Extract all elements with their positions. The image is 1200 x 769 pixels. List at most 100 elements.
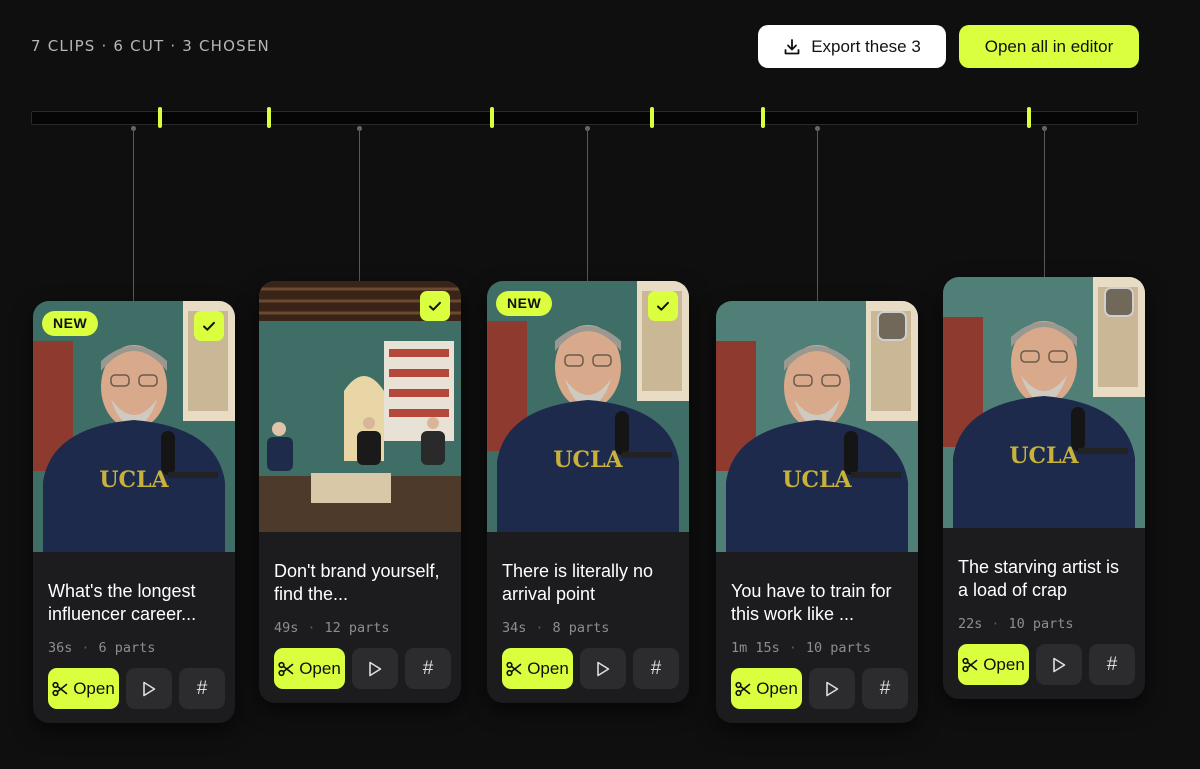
play-button[interactable] (809, 668, 855, 709)
svg-text:UCLA: UCLA (99, 467, 169, 493)
scissors-icon (735, 681, 751, 696)
connector-line (1044, 128, 1045, 277)
scissors-icon (278, 661, 294, 676)
connector-line (133, 128, 134, 301)
timeline-marker[interactable] (1027, 107, 1031, 128)
clip-meta: 36s · 6 parts (48, 640, 155, 656)
open-all-in-editor-button[interactable]: Open all in editor (959, 25, 1139, 68)
clip-title: What's the longest influencer career... (48, 581, 197, 624)
play-icon (143, 681, 156, 696)
select-checkbox[interactable] (420, 291, 450, 321)
open-clip-label: Open (527, 658, 569, 678)
connector-line (817, 128, 818, 301)
select-checkbox[interactable] (877, 311, 907, 341)
open-clip-label: Open (756, 678, 798, 698)
checkmark-icon (203, 321, 215, 331)
meta-separator: · (991, 616, 1000, 632)
download-icon (784, 38, 800, 54)
play-button[interactable] (352, 648, 398, 689)
export-button-label: Export these 3 (811, 36, 921, 56)
clip-actions: Open # (48, 668, 225, 709)
open-clip-button[interactable]: Open (502, 648, 573, 689)
play-icon (826, 681, 839, 696)
play-icon (1053, 657, 1066, 672)
hashtag-icon: # (196, 677, 208, 699)
open-clip-label: Open (73, 678, 115, 698)
timeline-marker[interactable] (267, 107, 271, 128)
clip-title: There is literally no arrival point (502, 561, 654, 604)
meta-separator: · (535, 620, 544, 636)
open-clip-button[interactable]: Open (48, 668, 119, 709)
clip-meta: 34s · 8 parts (502, 620, 609, 636)
clip-duration: 36s (48, 640, 73, 656)
connector-line (359, 128, 360, 281)
clip-card[interactable]: UCLA The starving artist is a load of cr… (943, 277, 1145, 699)
clip-meta: 49s · 12 parts (274, 620, 390, 636)
timeline-marker[interactable] (761, 107, 765, 128)
select-checkbox[interactable] (648, 291, 678, 321)
select-checkbox[interactable] (1104, 287, 1134, 317)
hashtag-button[interactable]: # (633, 648, 679, 689)
clip-parts: 10 parts (805, 640, 871, 656)
play-icon (369, 661, 382, 676)
clip-stats: 7 CLIPS · 6 CUT · 3 CHOSEN (31, 37, 270, 55)
svg-text:UCLA: UCLA (1009, 443, 1079, 469)
timeline-marker[interactable] (490, 107, 494, 128)
hashtag-button[interactable]: # (1089, 644, 1135, 685)
new-badge: NEW (42, 311, 99, 336)
new-badge: NEW (496, 291, 553, 316)
clip-card[interactable]: UCLA NEW There is literally no arrival p… (487, 281, 689, 703)
open-clip-button[interactable]: Open (731, 668, 802, 709)
clip-actions: Open # (731, 668, 908, 709)
open-clip-button[interactable]: Open (274, 648, 345, 689)
play-icon (597, 661, 610, 676)
scissors-icon (52, 681, 68, 696)
clip-card[interactable]: Don't brand yourself, find the... 49s · 12… (259, 281, 461, 703)
clip-card[interactable]: UCLA You have to train for this work lik… (716, 301, 918, 723)
clip-parts: 8 parts (552, 620, 610, 636)
clip-parts: 12 parts (324, 620, 390, 636)
clip-title: Don't brand yourself, find the... (274, 561, 440, 604)
scissors-icon (962, 657, 978, 672)
svg-text:UCLA: UCLA (553, 447, 623, 473)
meta-separator: · (788, 640, 797, 656)
hashtag-icon: # (422, 657, 434, 679)
clip-parts: 10 parts (1008, 616, 1074, 632)
play-button[interactable] (1036, 644, 1082, 685)
meta-separator: · (307, 620, 316, 636)
hashtag-button[interactable]: # (179, 668, 225, 709)
clip-card[interactable]: UCLA NEW What's the longest influencer c… (33, 301, 235, 723)
clip-meta: 22s · 10 parts (958, 616, 1074, 632)
timeline-marker[interactable] (650, 107, 654, 128)
hashtag-button[interactable]: # (405, 648, 451, 689)
clip-duration: 22s (958, 616, 983, 632)
clip-actions: Open # (274, 648, 451, 689)
play-button[interactable] (580, 648, 626, 689)
hashtag-icon: # (650, 657, 662, 679)
export-button[interactable]: Export these 3 (758, 25, 946, 68)
connector-line (587, 128, 588, 281)
checkmark-icon (429, 301, 441, 311)
open-clip-label: Open (983, 654, 1025, 674)
hashtag-icon: # (879, 677, 891, 699)
timeline-marker[interactable] (158, 107, 162, 128)
clip-title: You have to train for this work like ... (731, 581, 892, 624)
play-button[interactable] (126, 668, 172, 709)
meta-separator: · (81, 640, 90, 656)
svg-text:UCLA: UCLA (782, 467, 852, 493)
open-clip-button[interactable]: Open (958, 644, 1029, 685)
clip-duration: 49s (274, 620, 299, 636)
clip-meta: 1m 15s · 10 parts (731, 640, 871, 656)
select-checkbox[interactable] (194, 311, 224, 341)
clip-actions: Open # (502, 648, 679, 689)
scissors-icon (506, 661, 522, 676)
timeline-track[interactable] (31, 111, 1138, 125)
clip-title: The starving artist is a load of crap (958, 557, 1120, 600)
clip-parts: 6 parts (98, 640, 156, 656)
hashtag-button[interactable]: # (862, 668, 908, 709)
clip-actions: Open # (958, 644, 1135, 685)
checkmark-icon (657, 301, 669, 311)
clip-duration: 1m 15s (731, 640, 780, 656)
hashtag-icon: # (1106, 653, 1118, 675)
clip-duration: 34s (502, 620, 527, 636)
